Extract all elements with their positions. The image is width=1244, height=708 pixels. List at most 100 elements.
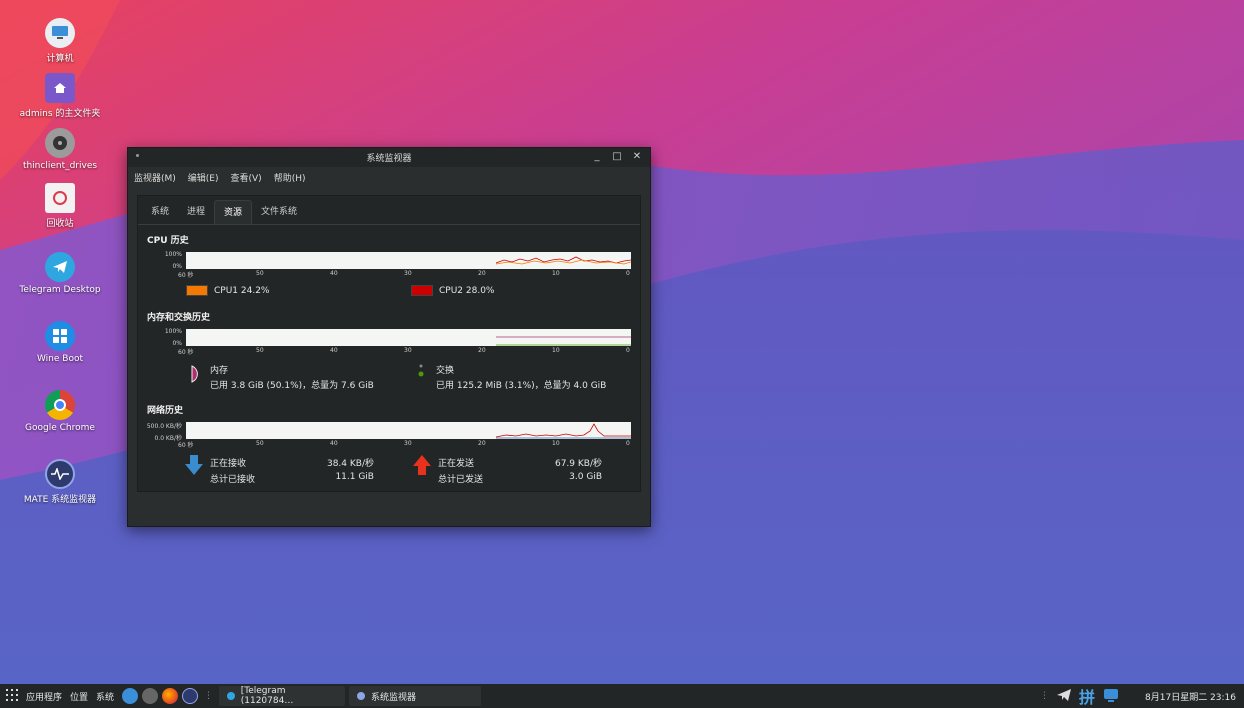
total-received-value: 11.1 GiB <box>335 472 374 482</box>
desktop-icon-label: admins 的主文件夹 <box>19 109 101 119</box>
tray-separator-icon: ⋮ <box>1040 691 1049 701</box>
system-tray: ⋮ 拼 8月17日星期二 23:16 <box>1040 684 1236 708</box>
task-label: [Telegram (1120784… <box>240 686 294 706</box>
cpu2-legend: CPU2 28.0% <box>411 285 494 296</box>
task-label: 系统监视器 <box>371 692 417 703</box>
cpu-y-top: 100% <box>164 251 182 258</box>
menu-bar: 监视器(M) 编辑(E) 查看(V) 帮助(H) <box>128 167 650 187</box>
mem-y-bottom: 0% <box>172 340 182 347</box>
cpu2-color-swatch[interactable] <box>411 285 433 296</box>
firefox-launcher-icon[interactable] <box>162 688 179 704</box>
desktop-icon-label: 回收站 <box>46 219 74 229</box>
menu-help[interactable]: 帮助(H) <box>274 171 306 184</box>
desktop-icon-label: Google Chrome <box>25 423 95 433</box>
memory-detail: 已用 3.8 GiB (50.1%)，总量为 7.6 GiB <box>210 381 374 391</box>
desktop-icon-computer[interactable]: 计算机 <box>10 18 110 64</box>
receiving-value: 38.4 KB/秒 <box>326 459 374 469</box>
total-sent-value: 3.0 GiB <box>569 472 602 482</box>
network-history-title: 网络历史 <box>147 406 184 416</box>
system-monitor-icon <box>45 459 75 489</box>
system-menu[interactable]: 系统 <box>96 690 114 703</box>
chrome-icon <box>45 390 75 420</box>
taskbar: 应用程序 位置 系统 ⋮ [Telegram (1120784… 系统监视器 ⋮… <box>0 684 1244 708</box>
network-tray-icon[interactable] <box>1103 688 1119 705</box>
desktop-icon-home[interactable]: admins 的主文件夹 <box>10 73 110 119</box>
window-menu-icon[interactable] <box>136 154 139 157</box>
memory-pie-icon[interactable] <box>190 364 204 387</box>
tab-resources[interactable]: 资源 <box>214 200 253 224</box>
taskbar-task-system-monitor[interactable]: 系统监视器 <box>349 686 482 706</box>
memory-graph <box>186 329 631 346</box>
places-menu[interactable]: 位置 <box>70 690 88 703</box>
mem-y-top: 100% <box>164 328 182 335</box>
telegram-task-icon <box>227 692 235 700</box>
memory-history-title: 内存和交换历史 <box>147 313 211 323</box>
net-x-axis: 60 秒 50 40 30 20 10 0 <box>178 440 630 449</box>
menu-edit[interactable]: 编辑(E) <box>188 171 219 184</box>
windows-icon <box>45 321 75 351</box>
window-title: 系统监视器 <box>366 154 412 164</box>
trash-icon <box>45 183 75 213</box>
desktop-icon-drives[interactable]: thinclient_drives <box>10 128 110 171</box>
file-manager-launcher-icon[interactable] <box>122 688 139 704</box>
tab-bar: 系统 进程 资源 文件系统 <box>138 196 306 224</box>
desktop-icon-label: Wine Boot <box>36 354 84 364</box>
app-grid-icon[interactable] <box>6 688 18 704</box>
window-titlebar[interactable]: 系统监视器 _ □ ✕ <box>128 148 650 167</box>
cpu1-color-swatch[interactable] <box>186 285 208 296</box>
resources-panel: 系统 进程 资源 文件系统 CPU 历史 100% 0% 60 秒 50 40 … <box>137 195 641 492</box>
drive-icon <box>45 128 75 158</box>
computer-icon <box>45 18 75 48</box>
memory-label: 内存 <box>210 366 229 376</box>
cpu1-label: CPU1 24.2% <box>214 285 270 296</box>
terminal-launcher-icon[interactable] <box>142 688 159 704</box>
cpu-x-axis: 60 秒 50 40 30 20 10 0 <box>178 270 630 279</box>
cpu1-legend: CPU1 24.2% <box>186 285 269 296</box>
swap-label: 交换 <box>436 366 455 376</box>
swap-detail: 已用 125.2 MiB (3.1%)，总量为 4.0 GiB <box>436 381 607 391</box>
sending-value: 67.9 KB/秒 <box>554 459 602 469</box>
receive-arrow-icon[interactable] <box>185 455 203 478</box>
system-monitor-launcher-icon[interactable] <box>182 688 199 704</box>
system-monitor-task-icon <box>357 692 366 700</box>
total-sent-label: 总计已发送 <box>438 475 484 485</box>
cpu-y-bottom: 0% <box>172 263 182 270</box>
home-folder-icon <box>45 73 75 103</box>
applications-menu[interactable]: 应用程序 <box>26 690 62 703</box>
minimize-button[interactable]: _ <box>590 150 604 164</box>
desktop-icon-trash[interactable]: 回收站 <box>10 183 110 229</box>
telegram-icon <box>45 252 75 282</box>
telegram-tray-icon[interactable] <box>1057 688 1071 704</box>
desktop-icon-wine[interactable]: Wine Boot <box>10 321 110 364</box>
desktop-icon-chrome[interactable]: Google Chrome <box>10 390 110 433</box>
net-y-top: 500.0 KB/秒 <box>146 423 182 430</box>
net-y-bottom: 0.0 KB/秒 <box>154 435 182 442</box>
swap-pie-icon[interactable] <box>417 364 425 381</box>
maximize-button[interactable]: □ <box>610 150 624 164</box>
receiving-label: 正在接收 <box>210 459 247 469</box>
desktop-icon-label: 计算机 <box>46 54 74 64</box>
desktop-icon-label: thinclient_drives <box>22 161 98 171</box>
desktop-icon-system-monitor[interactable]: MATE 系统监视器 <box>10 459 110 505</box>
taskbar-task-telegram[interactable]: [Telegram (1120784… <box>219 686 346 706</box>
send-arrow-icon[interactable] <box>413 455 431 478</box>
tab-processes[interactable]: 进程 <box>178 200 214 224</box>
input-method-icon[interactable]: 拼 <box>1079 684 1095 708</box>
tab-filesystems[interactable]: 文件系统 <box>252 200 306 224</box>
menu-view[interactable]: 查看(V) <box>231 171 262 184</box>
mem-x-axis: 60 秒 50 40 30 20 10 0 <box>178 347 630 356</box>
sending-label: 正在发送 <box>438 459 475 469</box>
clock[interactable]: 8月17日星期二 23:16 <box>1145 690 1236 703</box>
desktop-icon-telegram[interactable]: Telegram Desktop <box>10 252 110 295</box>
desktop-icon-label: MATE 系统监视器 <box>23 495 97 505</box>
system-monitor-window: 系统监视器 _ □ ✕ 监视器(M) 编辑(E) 查看(V) 帮助(H) 系统 … <box>127 147 651 527</box>
tab-system[interactable]: 系统 <box>142 200 178 224</box>
network-graph <box>186 422 631 439</box>
cpu-history-title: CPU 历史 <box>147 236 189 246</box>
total-received-label: 总计已接收 <box>210 475 256 485</box>
cpu-graph <box>186 252 632 269</box>
close-button[interactable]: ✕ <box>630 150 644 164</box>
menu-monitor[interactable]: 监视器(M) <box>134 171 176 184</box>
desktop-icon-label: Telegram Desktop <box>19 285 101 295</box>
cpu2-label: CPU2 28.0% <box>439 285 495 296</box>
